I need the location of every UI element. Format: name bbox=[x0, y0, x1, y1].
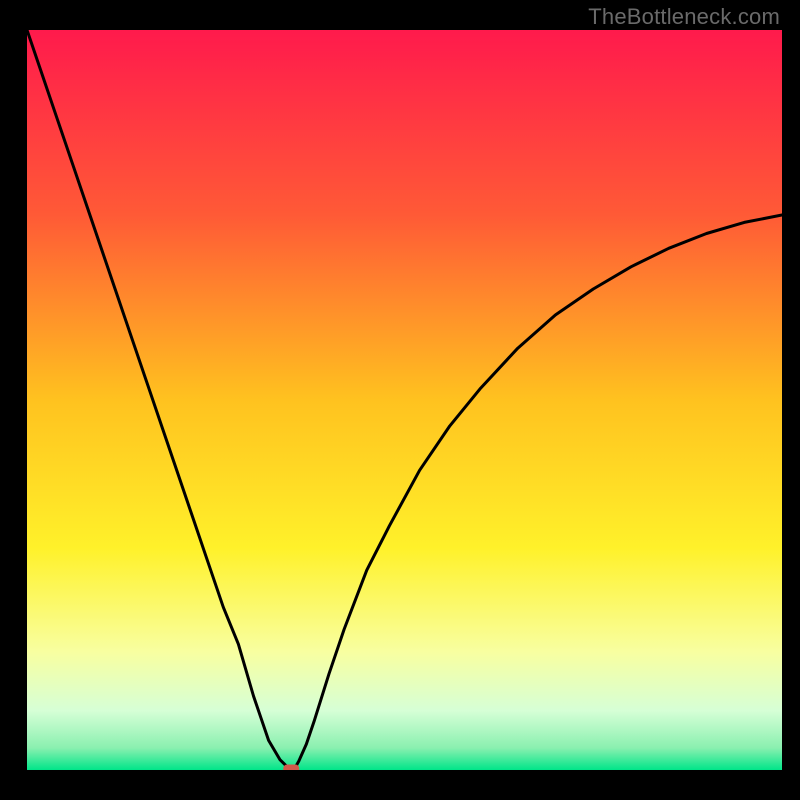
watermark-text: TheBottleneck.com bbox=[588, 4, 780, 30]
plot-area bbox=[27, 30, 782, 770]
chart-frame: TheBottleneck.com bbox=[0, 0, 800, 800]
chart-background-gradient bbox=[27, 30, 782, 770]
chart-svg bbox=[27, 30, 782, 770]
optimum-marker bbox=[283, 765, 299, 771]
